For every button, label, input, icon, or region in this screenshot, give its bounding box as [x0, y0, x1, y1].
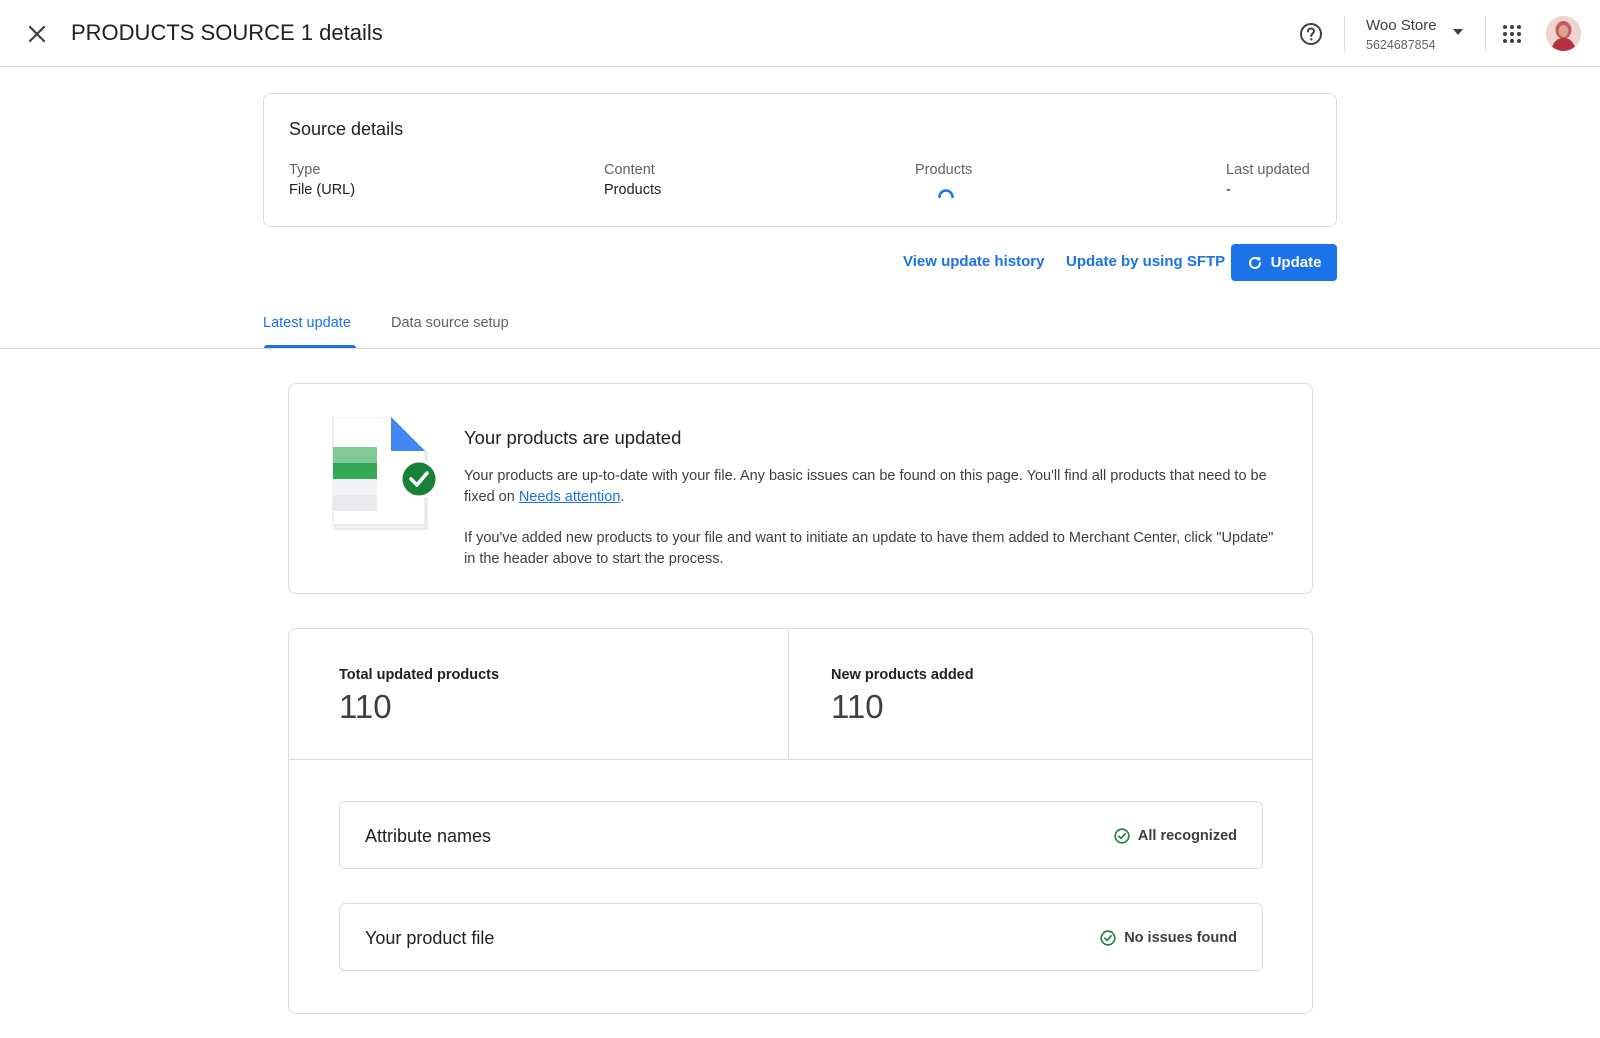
field-value: -	[1226, 182, 1231, 198]
update-button[interactable]: Update	[1231, 244, 1337, 281]
help-button[interactable]	[1296, 19, 1326, 49]
check-label: Your product file	[365, 928, 495, 948]
apps-grid-icon	[1503, 25, 1521, 43]
help-circle-icon	[1300, 23, 1322, 45]
field-content: Content Products	[604, 160, 661, 201]
header-divider	[1485, 16, 1486, 52]
check-attribute-names[interactable]: Attribute names All recognized	[339, 801, 1263, 869]
top-app-bar: PRODUCTS SOURCE 1 details Woo Store 5624…	[0, 0, 1600, 67]
check-status-label: All recognized	[1137, 828, 1237, 844]
field-type: Type File (URL)	[289, 160, 355, 201]
avatar[interactable]	[1546, 16, 1581, 51]
status-text: .	[620, 489, 625, 505]
tabs-divider	[0, 348, 1600, 349]
account-switcher[interactable]: Woo Store 5624687854	[1366, 15, 1476, 55]
stat-total-updated: Total updated products 110	[339, 665, 499, 727]
page-title: PRODUCTS SOURCE 1 details	[71, 20, 383, 45]
stat-divider	[788, 629, 789, 759]
refresh-icon	[1248, 256, 1261, 269]
account-id: 5624687854	[1366, 38, 1436, 52]
field-value: File (URL)	[289, 182, 356, 198]
check-status: No issues found	[1100, 927, 1237, 949]
source-details-title: Source details	[289, 119, 404, 139]
check-status-label: No issues found	[1124, 930, 1237, 946]
user-avatar-icon	[1546, 16, 1581, 51]
header-divider	[1344, 16, 1345, 52]
check-circle-icon	[1100, 930, 1116, 946]
stat-value: 110	[339, 688, 392, 725]
source-details-card: Source details Type File (URL) Content P…	[263, 93, 1337, 227]
field-label: Type	[289, 162, 321, 178]
update-by-sftp-button[interactable]: Update by using SFTP	[1066, 250, 1225, 274]
apps-button[interactable]	[1497, 19, 1527, 49]
file-success-illustration-icon	[332, 417, 439, 530]
close-button[interactable]	[22, 19, 52, 49]
check-product-file[interactable]: Your product file No issues found	[339, 903, 1263, 971]
field-last-updated: Last updated -	[1226, 160, 1310, 201]
view-update-history-button[interactable]: View update history	[903, 250, 1044, 274]
account-name: Woo Store	[1366, 17, 1437, 34]
caret-down-icon	[1453, 29, 1463, 35]
tab-latest-update[interactable]: Latest update	[263, 312, 351, 334]
stat-new-added: New products added 110	[831, 665, 974, 727]
tab-data-source-setup[interactable]: Data source setup	[391, 312, 509, 334]
status-update-hint: If you've added new products to your fil…	[464, 530, 1274, 567]
update-status-card: Your products are updated Your products …	[288, 383, 1313, 594]
needs-attention-link[interactable]: Needs attention	[519, 489, 621, 505]
stat-section-divider	[289, 759, 1312, 760]
check-label: Attribute names	[365, 826, 492, 846]
stat-label: Total updated products	[339, 667, 500, 683]
field-label: Products	[915, 162, 973, 178]
status-description: Your products are up-to-date with your f…	[464, 466, 1284, 508]
stat-value: 110	[831, 688, 884, 725]
update-summary-card: Total updated products 110 New products …	[288, 628, 1313, 1014]
field-label: Content	[604, 162, 655, 178]
status-heading: Your products are updated	[464, 427, 682, 448]
check-status: All recognized	[1114, 825, 1237, 847]
update-button-label: Update	[1270, 254, 1322, 271]
close-icon	[28, 25, 46, 43]
stat-label: New products added	[831, 667, 974, 683]
field-value: Products	[604, 182, 662, 198]
field-products: Products	[915, 160, 972, 199]
field-label: Last updated	[1226, 162, 1310, 178]
check-circle-icon	[1114, 828, 1130, 844]
loading-spinner-icon	[938, 189, 954, 199]
